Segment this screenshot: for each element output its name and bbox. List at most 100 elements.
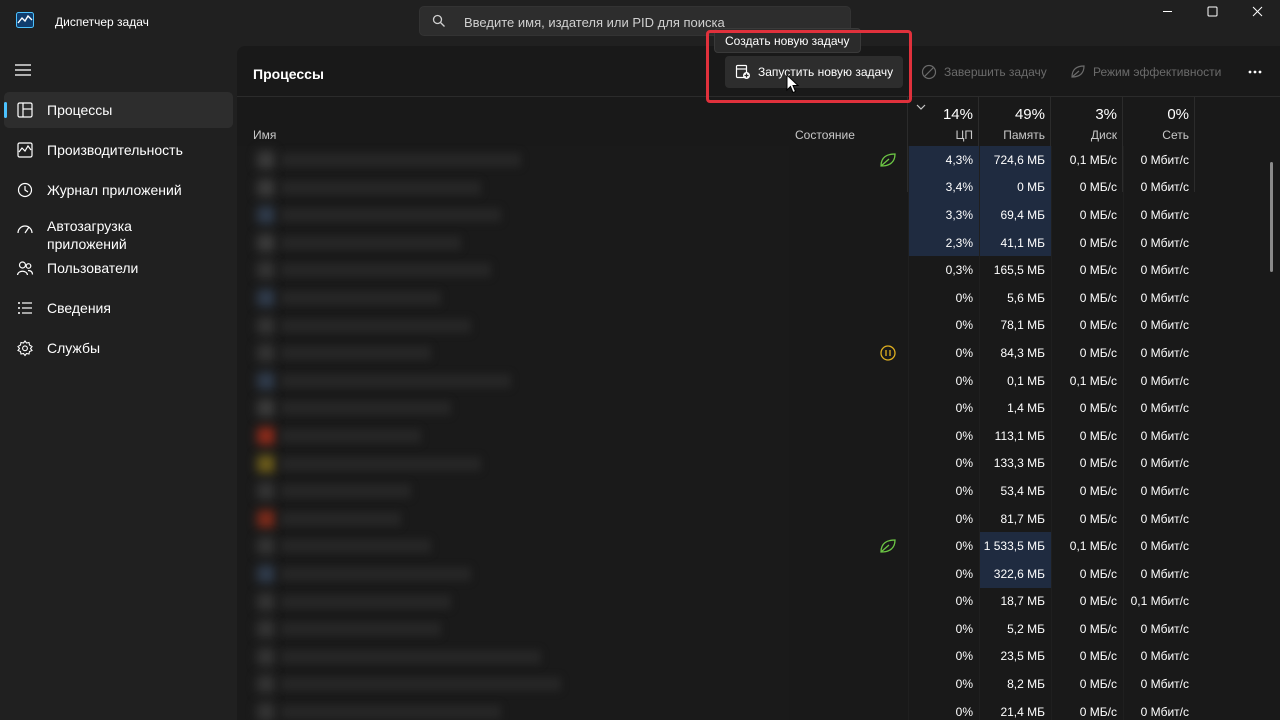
memory-total[interactable]: 49%: [980, 106, 1045, 123]
table-row[interactable]: 0% 23,5 МБ 0 МБ/с 0 Мбит/с: [237, 642, 1280, 671]
close-button[interactable]: [1234, 0, 1280, 22]
sidebar-item-label: Процессы: [47, 102, 113, 118]
network-total[interactable]: 0%: [1124, 106, 1189, 123]
cpu-cell: 0,3%: [908, 256, 979, 284]
end-task-label: Завершить задачу: [944, 65, 1047, 79]
disk-total[interactable]: 3%: [1052, 106, 1117, 123]
memory-cell: 69,4 МБ: [979, 201, 1051, 229]
startup-icon: [17, 225, 33, 234]
network-cell: 0 Мбит/с: [1123, 201, 1195, 229]
sidebar-item-processes[interactable]: Процессы: [4, 92, 233, 128]
maximize-button[interactable]: [1189, 0, 1235, 22]
column-header-disk[interactable]: Диск: [1052, 128, 1117, 142]
disk-cell: 0 МБ/с: [1051, 477, 1123, 505]
table-row[interactable]: 0,3% 165,5 МБ 0 МБ/с 0 Мбит/с: [237, 256, 1280, 284]
network-cell: 0 Мбит/с: [1123, 642, 1195, 671]
memory-cell: 23,5 МБ: [979, 642, 1051, 671]
cpu-cell: 0%: [908, 311, 979, 340]
hamburger-menu-icon[interactable]: [14, 63, 32, 77]
process-icon-blurred: [257, 371, 275, 390]
efficiency-mode-label: Режим эффективности: [1093, 65, 1222, 79]
table-row[interactable]: 0% 5,6 МБ 0 МБ/с 0 Мбит/с: [237, 283, 1280, 312]
services-icon: [17, 340, 33, 357]
network-cell: 0 Мбит/с: [1123, 173, 1195, 202]
sidebar-item-services[interactable]: Службы: [4, 330, 233, 366]
process-icon-blurred: [257, 261, 275, 280]
network-cell: 0 Мбит/с: [1123, 504, 1195, 533]
scrollbar[interactable]: [1270, 162, 1273, 272]
table-row[interactable]: 0% 1 533,5 МБ 0,1 МБ/с 0 Мбит/с: [237, 532, 1280, 560]
sidebar-item-performance[interactable]: Производительность: [4, 132, 233, 168]
table-row[interactable]: 3,3% 69,4 МБ 0 МБ/с 0 Мбит/с: [237, 201, 1280, 229]
column-header-memory[interactable]: Память: [980, 128, 1045, 142]
users-icon: [16, 261, 34, 276]
column-header-network[interactable]: Сеть: [1124, 128, 1189, 142]
table-row[interactable]: 0% 53,4 МБ 0 МБ/с 0 Мбит/с: [237, 477, 1280, 505]
column-header-name[interactable]: Имя: [253, 128, 276, 142]
disk-cell: 0 МБ/с: [1051, 283, 1123, 312]
efficiency-leaf-icon: [880, 153, 896, 167]
table-row[interactable]: 0% 81,7 МБ 0 МБ/с 0 Мбит/с: [237, 504, 1280, 533]
table-row[interactable]: 0% 84,3 МБ 0 МБ/с 0 Мбит/с: [237, 339, 1280, 367]
cpu-cell: 3,4%: [908, 173, 979, 202]
cpu-cell: 0%: [908, 394, 979, 422]
column-header-cpu[interactable]: ЦП: [909, 128, 973, 142]
disk-cell: 0 МБ/с: [1051, 504, 1123, 533]
disk-cell: 0 МБ/с: [1051, 559, 1123, 588]
process-name-blurred: [281, 622, 441, 637]
memory-cell: 21,4 МБ: [979, 697, 1051, 720]
disk-cell: 0,1 МБ/с: [1051, 532, 1123, 560]
efficiency-mode-button[interactable]: Режим эффективности: [1070, 56, 1221, 88]
cpu-cell: 0%: [908, 615, 979, 643]
table-row[interactable]: 0% 113,1 МБ 0 МБ/с 0 Мбит/с: [237, 421, 1280, 450]
table-row[interactable]: 3,4% 0 МБ 0 МБ/с 0 Мбит/с: [237, 173, 1280, 202]
minimize-icon: [1162, 10, 1172, 12]
table-row[interactable]: 2,3% 41,1 МБ 0 МБ/с 0 Мбит/с: [237, 228, 1280, 257]
cpu-cell: 0%: [908, 421, 979, 450]
network-cell: 0 Мбит/с: [1123, 256, 1195, 284]
network-cell: 0 Мбит/с: [1123, 283, 1195, 312]
sidebar-item-label: Автозагрузка приложений: [47, 218, 132, 252]
sidebar-item-details[interactable]: Сведения: [4, 290, 233, 326]
process-name-blurred: [281, 208, 501, 223]
sidebar-item-label: Сведения: [47, 300, 111, 316]
network-cell: 0 Мбит/с: [1123, 532, 1195, 560]
table-row[interactable]: 4,3% 724,6 МБ 0,1 МБ/с 0 Мбит/с: [237, 146, 1280, 174]
process-name-blurred: [281, 401, 451, 416]
network-cell: 0 Мбит/с: [1123, 697, 1195, 720]
network-cell: 0 Мбит/с: [1123, 339, 1195, 367]
table-row[interactable]: 0% 8,2 МБ 0 МБ/с 0 Мбит/с: [237, 670, 1280, 698]
cpu-cell: 0%: [908, 642, 979, 671]
disk-cell: 0 МБ/с: [1051, 642, 1123, 671]
disk-cell: 0 МБ/с: [1051, 394, 1123, 422]
sidebar-item-users[interactable]: Пользователи: [4, 250, 233, 286]
cpu-cell: 0%: [908, 670, 979, 698]
column-header-status[interactable]: Состояние: [795, 128, 855, 142]
table-row[interactable]: 0% 78,1 МБ 0 МБ/с 0 Мбит/с: [237, 311, 1280, 340]
sidebar-item-app-history[interactable]: Журнал приложений: [4, 172, 233, 208]
minimize-button[interactable]: [1144, 0, 1190, 22]
cpu-total[interactable]: 14%: [909, 106, 973, 123]
network-cell: 0 Мбит/с: [1123, 311, 1195, 340]
sidebar-item-label: Производительность: [47, 142, 183, 158]
table-row[interactable]: 0% 21,4 МБ 0 МБ/с 0 Мбит/с: [237, 697, 1280, 720]
table-row[interactable]: 0% 1,4 МБ 0 МБ/с 0 Мбит/с: [237, 394, 1280, 422]
network-cell: 0 Мбит/с: [1123, 228, 1195, 257]
end-task-button[interactable]: Завершить задачу: [921, 56, 1047, 88]
process-name-blurred: [281, 704, 501, 719]
process-name-blurred: [281, 484, 411, 499]
network-cell: 0,1 Мбит/с: [1123, 587, 1195, 616]
table-row[interactable]: 0% 0,1 МБ 0,1 МБ/с 0 Мбит/с: [237, 366, 1280, 395]
table-row[interactable]: 0% 133,3 МБ 0 МБ/с 0 Мбит/с: [237, 449, 1280, 478]
network-cell: 0 Мбит/с: [1123, 670, 1195, 698]
table-row[interactable]: 0% 18,7 МБ 0 МБ/с 0,1 Мбит/с: [237, 587, 1280, 616]
process-icon-blurred: [257, 151, 275, 169]
table-row[interactable]: 0% 322,6 МБ 0 МБ/с 0 Мбит/с: [237, 559, 1280, 588]
memory-cell: 8,2 МБ: [979, 670, 1051, 698]
table-row[interactable]: 0% 5,2 МБ 0 МБ/с 0 Мбит/с: [237, 615, 1280, 643]
more-options-button[interactable]: [1243, 56, 1267, 88]
cpu-cell: 0%: [908, 532, 979, 560]
process-icon-blurred: [257, 702, 275, 720]
process-name-blurred: [281, 594, 451, 609]
process-name-blurred: [281, 235, 461, 250]
